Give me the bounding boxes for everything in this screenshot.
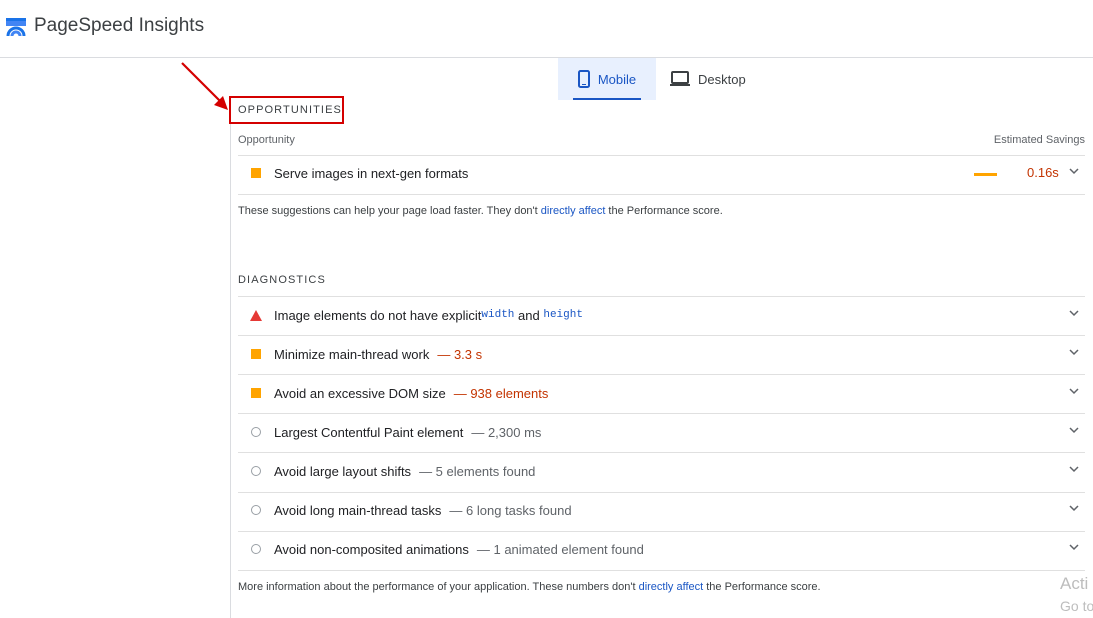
code-width: width [481, 309, 515, 321]
activation-watermark-sub: Go to [1060, 598, 1093, 614]
annotation-arrow-icon [181, 62, 228, 110]
warning-square-icon [251, 349, 261, 359]
joiner-text: and [514, 307, 544, 323]
diagnostic-row[interactable]: Avoid non-composited animations — 1 anim… [238, 530, 1085, 568]
note-text-end: the Performance score. [703, 581, 821, 593]
info-circle-icon [251, 544, 261, 554]
savings-value: 0.16s [1027, 165, 1059, 180]
top-bar: PageSpeed Insights [0, 0, 1093, 58]
diagnostic-label: Avoid large layout shifts [274, 463, 412, 479]
mobile-icon [577, 70, 590, 88]
warning-square-icon [251, 168, 261, 178]
diagnostic-label: Avoid an excessive DOM size [274, 385, 446, 401]
info-circle-icon [251, 466, 261, 476]
tab-mobile-label: Mobile [597, 71, 637, 87]
info-circle-icon [251, 427, 261, 437]
opportunity-label: Serve images in next-gen formats [274, 165, 469, 181]
diagnostic-row[interactable]: Largest Contentful Paint element — 2,300… [238, 413, 1085, 451]
note-text-end: the Performance score. [605, 205, 723, 217]
chevron-down-icon[interactable] [1069, 387, 1079, 395]
warning-square-icon [251, 388, 261, 398]
chevron-down-icon[interactable] [1069, 167, 1079, 175]
opportunities-note: These suggestions can help your page loa… [238, 205, 723, 217]
diagnostic-label: Avoid long main-thread tasks [274, 502, 442, 518]
content-divider [230, 98, 231, 618]
diagnostic-detail: — 5 elements found [419, 463, 536, 479]
savings-bar [974, 173, 997, 176]
diagnostic-row[interactable]: Minimize main-thread work — 3.3 s [238, 335, 1085, 373]
pagespeed-logo-icon [6, 18, 26, 37]
tab-mobile[interactable]: Mobile [558, 58, 656, 100]
diagnostic-label: Largest Contentful Paint element [274, 424, 464, 440]
chevron-down-icon[interactable] [1069, 543, 1079, 551]
fail-triangle-icon [250, 309, 262, 321]
chevron-down-icon[interactable] [1069, 426, 1079, 434]
app-title[interactable]: PageSpeed Insights [34, 15, 204, 37]
diagnostics-heading: DIAGNOSTICS [238, 274, 326, 286]
directly-affect-link[interactable]: directly affect [541, 205, 606, 217]
diagnostic-detail: — 3.3 s [437, 346, 483, 362]
diagnostic-detail: — 938 elements [453, 385, 549, 401]
activation-watermark: Acti [1060, 574, 1089, 593]
tab-desktop[interactable]: Desktop [670, 58, 760, 100]
diagnostic-row[interactable]: Avoid an excessive DOM size — 938 elemen… [238, 374, 1085, 412]
diagnostic-detail: — 6 long tasks found [449, 502, 572, 518]
directly-affect-link[interactable]: directly affect [639, 581, 704, 593]
chevron-down-icon[interactable] [1069, 309, 1079, 317]
opportunity-column-header: Opportunity [238, 134, 295, 146]
chevron-down-icon[interactable] [1069, 465, 1079, 473]
diagnostic-label: Image elements do not have explicit [274, 307, 482, 323]
diagnostic-row[interactable]: Avoid large layout shifts — 5 elements f… [238, 452, 1085, 490]
note-text: These suggestions can help your page loa… [238, 205, 541, 217]
tab-desktop-label: Desktop [698, 71, 746, 87]
diagnostics-note: More information about the performance o… [238, 581, 821, 593]
diagnostic-detail: — 2,300 ms [471, 424, 542, 440]
estimated-savings-column-header: Estimated Savings [993, 134, 1085, 146]
diagnostic-row[interactable]: Image elements do not have explicit widt… [238, 296, 1085, 334]
desktop-icon [670, 71, 690, 86]
note-text: More information about the performance o… [238, 581, 639, 593]
divider [238, 570, 1085, 571]
diagnostic-label: Avoid non-composited animations [274, 541, 469, 557]
code-height: height [543, 309, 583, 321]
info-circle-icon [251, 505, 261, 515]
chevron-down-icon[interactable] [1069, 504, 1079, 512]
divider [238, 194, 1085, 195]
chevron-down-icon[interactable] [1069, 348, 1079, 356]
annotation-highlight-box [229, 96, 344, 124]
diagnostic-row[interactable]: Avoid long main-thread tasks — 6 long ta… [238, 491, 1085, 529]
diagnostic-detail: — 1 animated element found [476, 541, 644, 557]
opportunity-row[interactable]: Serve images in next-gen formats [238, 154, 1085, 192]
active-tab-indicator [573, 98, 641, 100]
diagnostic-label: Minimize main-thread work [274, 346, 430, 362]
